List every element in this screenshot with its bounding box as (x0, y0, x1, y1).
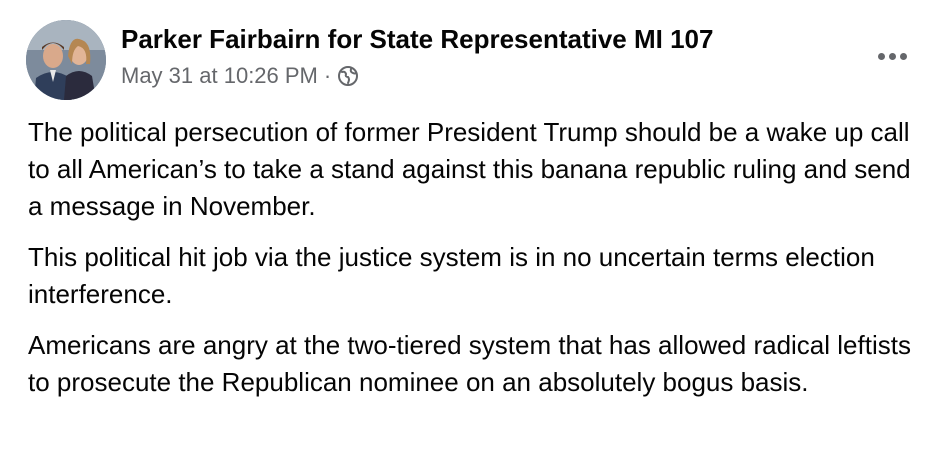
more-options-icon[interactable] (870, 40, 914, 72)
post-body: The political persecution of former Pres… (28, 114, 928, 415)
post-paragraph: Americans are angry at the two-tiered sy… (28, 330, 911, 397)
avatar-photo (26, 20, 106, 100)
post-timestamp[interactable]: May 31 at 10:26 PM (121, 63, 318, 89)
globe-icon[interactable] (337, 65, 359, 87)
more-dot (899, 52, 907, 60)
author-avatar[interactable] (26, 20, 106, 100)
more-dot (888, 52, 896, 60)
post-paragraph: This political hit job via the justice s… (28, 242, 875, 309)
meta-separator: · (323, 63, 332, 88)
author-name[interactable]: Parker Fairbairn for State Representativ… (121, 24, 713, 55)
post-meta: May 31 at 10:26 PM · (121, 63, 359, 89)
more-dot (877, 52, 885, 60)
post-paragraph: The political persecution of former Pres… (28, 117, 911, 221)
facebook-post: Parker Fairbairn for State Representativ… (0, 0, 939, 463)
